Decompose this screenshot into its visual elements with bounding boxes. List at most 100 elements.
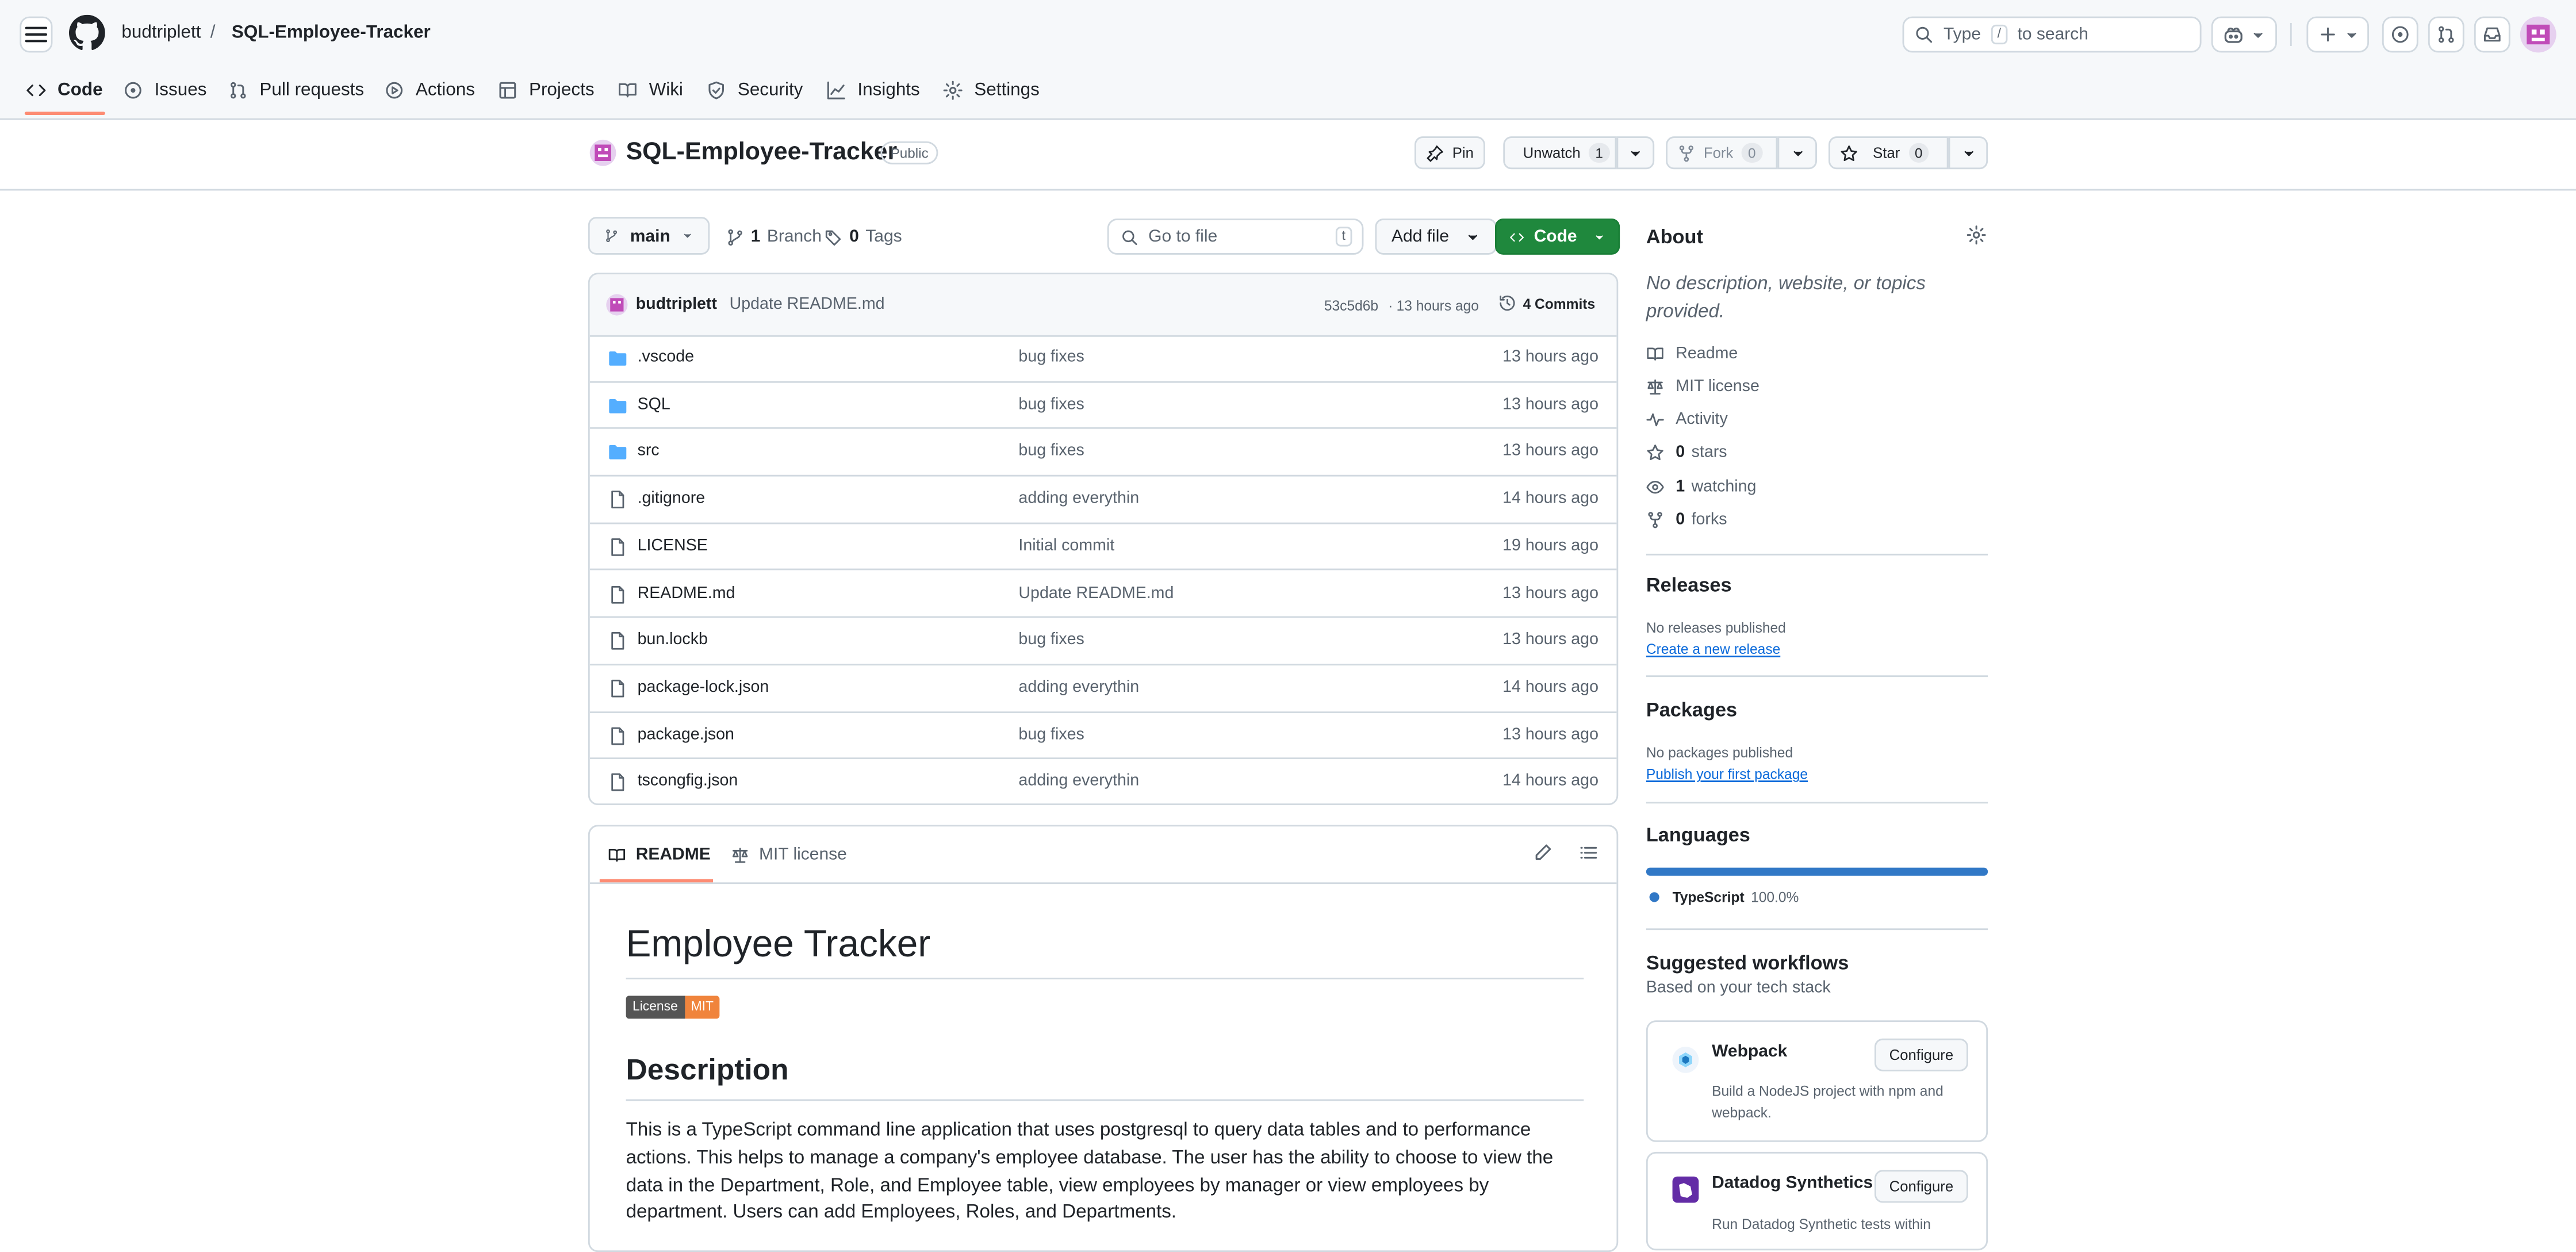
file-name[interactable]: .vscode (638, 349, 694, 366)
tab-pull-requests[interactable]: Pull requests (228, 75, 364, 105)
global-header: budtriplett / SQL-Employee-Tracker Type … (0, 0, 2576, 120)
about-link-label: forks (1691, 511, 1727, 529)
file-name[interactable]: README.md (638, 584, 735, 602)
publish-package-link[interactable]: Publish your first package (1646, 765, 1808, 782)
about-link-eye[interactable]: 1 watching (1646, 475, 1756, 498)
code-button[interactable]: Code (1495, 219, 1620, 255)
create-new-button[interactable] (2306, 16, 2369, 53)
edit-readme-button[interactable] (1533, 843, 1552, 863)
packages-title[interactable]: Packages (1646, 698, 1737, 721)
folder-icon (608, 443, 627, 462)
file-name[interactable]: .gitignore (638, 490, 706, 508)
star-button[interactable]: Star 0 (1828, 136, 1949, 170)
tab-wiki[interactable]: Wiki (618, 75, 683, 105)
issues-button[interactable] (2382, 16, 2418, 53)
file-commit-message[interactable]: adding everythin (1018, 490, 1139, 508)
tab-insights[interactable]: Insights (826, 75, 920, 105)
star-dropdown[interactable] (1948, 136, 1988, 170)
file-name[interactable]: package.json (638, 726, 734, 744)
tab-license[interactable]: MIT license (731, 845, 847, 864)
pull-requests-button[interactable] (2428, 16, 2464, 53)
tab-code[interactable]: Code (26, 75, 103, 105)
configure-button[interactable]: Configure (1874, 1038, 1968, 1071)
configure-button[interactable]: Configure (1874, 1170, 1968, 1203)
file-row[interactable]: package-lock.json adding everythin 14 hour… (589, 665, 1617, 713)
tags-link[interactable]: 0 Tags (825, 227, 902, 247)
about-link-fork[interactable]: 0 forks (1646, 508, 1727, 531)
about-link-star[interactable]: 0 stars (1646, 442, 1727, 465)
commits-link[interactable]: 4 Commits (1498, 294, 1595, 312)
file-commit-message[interactable]: bug fixes (1018, 349, 1084, 366)
tab-issues[interactable]: Issues (123, 75, 206, 105)
about-link-pulse[interactable]: Activity (1646, 408, 1728, 431)
unwatch-button[interactable]: Unwatch 1 (1503, 136, 1617, 170)
commit-message[interactable]: Update README.md (730, 296, 885, 313)
commit-hash[interactable]: 53c5d6b (1324, 297, 1378, 314)
file-row[interactable]: .gitignore adding everythin 14 hours ago (589, 477, 1617, 524)
tab-security[interactable]: Security (707, 75, 803, 105)
user-avatar[interactable] (2520, 16, 2556, 53)
create-release-link[interactable]: Create a new release (1646, 641, 1780, 657)
file-commit-message[interactable]: bug fixes (1018, 443, 1084, 461)
watch-dropdown[interactable] (1616, 136, 1655, 170)
fork-dropdown[interactable] (1777, 136, 1817, 170)
breadcrumb-repo[interactable]: SQL-Employee-Tracker (232, 23, 431, 43)
file-commit-message[interactable]: Initial commit (1018, 537, 1114, 555)
about-link-scale[interactable]: MIT license (1646, 375, 1759, 398)
file-commit-message[interactable]: bug fixes (1018, 631, 1084, 649)
fork-count: 0 (1741, 143, 1762, 163)
file-row[interactable]: SQL bug fixes 13 hours ago (589, 382, 1617, 430)
outline-button[interactable] (1579, 843, 1598, 863)
releases-title[interactable]: Releases (1646, 573, 1732, 596)
tab-actions[interactable]: Actions (385, 75, 475, 105)
file-name[interactable]: tscongfig.json (638, 773, 738, 791)
repo-title[interactable]: SQL-Employee-Tracker (626, 138, 898, 166)
about-description: No description, website, or topics provi… (1646, 273, 1926, 322)
pin-button[interactable]: Pin (1414, 136, 1485, 170)
file-row[interactable]: tscongfig.json adding everythin 14 hours a… (590, 760, 1617, 803)
file-name[interactable]: bun.lockb (638, 631, 708, 649)
file-name[interactable]: src (638, 443, 660, 461)
file-row[interactable]: .vscode bug fixes 13 hours ago (589, 335, 1617, 382)
readme-title: Employee Tracker (626, 921, 931, 965)
breadcrumb-owner[interactable]: budtriplett (121, 23, 201, 43)
about-link-book[interactable]: Readme (1646, 342, 1738, 365)
language-item-typescript[interactable]: TypeScript 100.0% (1649, 889, 1799, 905)
file-commit-message[interactable]: Update README.md (1018, 584, 1174, 602)
tab-projects[interactable]: Projects (498, 75, 595, 105)
branches-count: 1 (750, 227, 761, 247)
tab-readme[interactable]: README (608, 845, 711, 864)
file-row[interactable]: package.json bug fixes 13 hours ago (589, 713, 1617, 760)
file-name[interactable]: package-lock.json (638, 679, 769, 696)
workflow-name: Webpack (1712, 1042, 1788, 1062)
edit-about-button[interactable] (1966, 225, 1986, 245)
github-logo[interactable] (69, 14, 105, 51)
go-to-file-input[interactable]: Go to file t (1107, 219, 1364, 255)
pin-label: Pin (1452, 144, 1474, 161)
file-name[interactable]: SQL (638, 396, 670, 413)
file-row[interactable]: LICENSE Initial commit 19 hours ago (589, 524, 1617, 571)
tab-settings[interactable]: Settings (943, 75, 1040, 105)
star-icon (1841, 144, 1857, 160)
file-row[interactable]: bun.lockb bug fixes 13 hours ago (589, 618, 1617, 665)
file-commit-message[interactable]: bug fixes (1018, 396, 1084, 413)
file-row[interactable]: README.md Update README.md 13 hours ago (589, 571, 1617, 618)
file-commit-message[interactable]: adding everythin (1018, 679, 1139, 696)
file-name[interactable]: LICENSE (638, 537, 708, 555)
commit-author-avatar[interactable] (606, 294, 628, 316)
copilot-button[interactable] (2211, 16, 2277, 53)
branches-link[interactable]: 1 Branch (726, 227, 822, 247)
fork-button[interactable]: Fork 0 (1666, 136, 1778, 170)
notifications-button[interactable] (2474, 16, 2510, 53)
global-search[interactable]: Type / to search (1902, 16, 2202, 53)
branch-selector[interactable]: main (588, 217, 710, 255)
menu-button[interactable] (20, 16, 53, 53)
shield-icon (708, 81, 724, 99)
add-file-button[interactable]: Add file (1375, 219, 1497, 255)
file-row[interactable]: src bug fixes 13 hours ago (589, 430, 1617, 477)
list-icon (1580, 847, 1597, 859)
commit-author[interactable]: budtriplett (636, 296, 717, 313)
file-commit-message[interactable]: bug fixes (1018, 726, 1084, 744)
license-badge[interactable]: License MIT (626, 996, 720, 1019)
file-commit-message[interactable]: adding everythin (1018, 773, 1139, 791)
